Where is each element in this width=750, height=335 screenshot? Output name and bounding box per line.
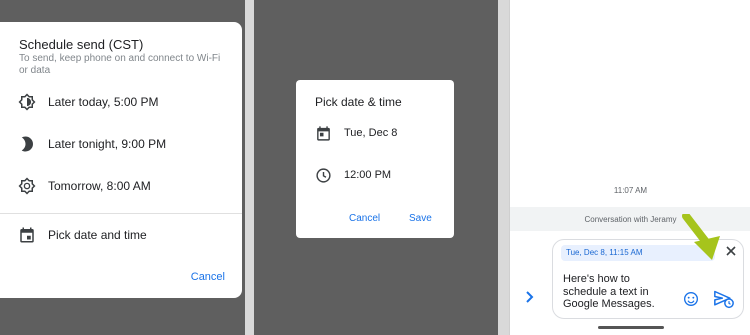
schedule-send-sheet: Schedule send (CST) To send, keep phone … bbox=[0, 22, 242, 298]
cancel-button[interactable]: Cancel bbox=[349, 213, 380, 224]
divider bbox=[0, 213, 242, 214]
option-label: Later tonight, 9:00 PM bbox=[48, 137, 167, 151]
gesture-handle bbox=[598, 326, 664, 329]
scheduled-time-label: Tue, Dec 8, 11:15 AM bbox=[566, 248, 643, 257]
sheet-subtitle: To send, keep phone on and connect to Wi… bbox=[19, 53, 221, 76]
time-row[interactable]: 12:00 PM bbox=[296, 165, 454, 187]
option-later-today[interactable]: Later today, 5:00 PM bbox=[0, 87, 242, 117]
calendar-icon bbox=[20, 227, 34, 243]
sheet-title: Schedule send (CST) bbox=[19, 37, 144, 52]
option-tomorrow[interactable]: Tomorrow, 8:00 AM bbox=[0, 171, 242, 201]
option-label: Later today, 5:00 PM bbox=[48, 95, 159, 109]
schedule-panel: Schedule send (CST) To send, keep phone … bbox=[0, 0, 245, 335]
save-button[interactable]: Save bbox=[409, 213, 432, 224]
moon-icon bbox=[21, 136, 33, 152]
message-timestamp: 11:07 AM bbox=[613, 186, 648, 195]
picker-panel: Pick date & time Tue, Dec 8 12:00 PM Can… bbox=[254, 0, 498, 335]
chevron-right-icon[interactable] bbox=[524, 290, 536, 304]
option-label: Pick date and time bbox=[48, 228, 147, 242]
time-value: 12:00 PM bbox=[344, 169, 392, 181]
pick-date-time-dialog: Pick date & time Tue, Dec 8 12:00 PM Can… bbox=[296, 80, 454, 238]
calendar-icon bbox=[317, 126, 330, 141]
date-row[interactable]: Tue, Dec 8 bbox=[296, 123, 454, 145]
cancel-button[interactable]: Cancel bbox=[191, 271, 225, 283]
date-value: Tue, Dec 8 bbox=[344, 127, 398, 139]
pointer-arrow-icon bbox=[682, 214, 720, 260]
option-label: Tomorrow, 8:00 AM bbox=[48, 179, 151, 193]
scheduled-send-icon[interactable] bbox=[713, 289, 735, 309]
sun-icon bbox=[18, 177, 36, 195]
dialog-title: Pick date & time bbox=[315, 95, 402, 109]
option-pick-date-time[interactable]: Pick date and time bbox=[0, 220, 242, 250]
option-later-tonight[interactable]: Later tonight, 9:00 PM bbox=[0, 129, 242, 159]
emoji-icon[interactable] bbox=[683, 291, 699, 307]
message-input[interactable]: Here's how to schedule a text in Google … bbox=[563, 273, 673, 311]
close-icon[interactable] bbox=[725, 245, 737, 257]
clock-icon bbox=[316, 168, 331, 183]
conversation-panel: 11:07 AM Conversation with Jeramy Tue, D… bbox=[509, 0, 750, 335]
brightness-icon bbox=[18, 93, 36, 111]
